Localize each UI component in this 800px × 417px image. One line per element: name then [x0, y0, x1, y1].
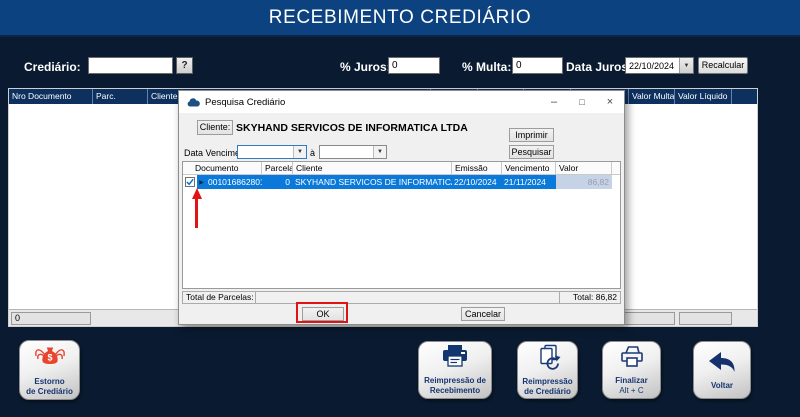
- imprimir-button[interactable]: Imprimir: [509, 128, 554, 142]
- close-icon[interactable]: ×: [596, 91, 624, 113]
- maximize-icon[interactable]: □: [568, 91, 596, 113]
- data-juros-label: Data Juros:: [566, 60, 632, 74]
- cell-blank: [612, 175, 620, 189]
- footer-valor-liquido-box: [679, 312, 732, 325]
- footer-total-box: 0: [11, 312, 91, 325]
- chevron-down-icon[interactable]: ▼: [373, 146, 386, 158]
- action-label-line1: Finalizar: [615, 376, 647, 386]
- cliente-button[interactable]: Cliente:: [197, 120, 233, 135]
- cancelar-button[interactable]: Cancelar: [461, 307, 505, 321]
- finalizar-button[interactable]: Finalizar Alt + C: [602, 341, 661, 399]
- printer-outline-icon: [617, 345, 647, 374]
- data-juros-value: 22/10/2024: [626, 61, 679, 71]
- grid-col-vencimento: Vencimento: [502, 162, 556, 174]
- cliente-name: SKYHAND SERVICOS DE INFORMATICA LTDA: [236, 122, 468, 134]
- pesquisa-crediario-dialog: Pesquisa Crediário – □ × Cliente: SKYHAN…: [178, 90, 625, 325]
- row-checkbox-cell[interactable]: [183, 175, 197, 189]
- footer-valor-multa-box: [623, 312, 675, 325]
- estorno-crediario-button[interactable]: $ Estorno de Crediário: [19, 340, 80, 400]
- juros-input[interactable]: [388, 57, 440, 74]
- row-indicator-icon: ▶: [197, 175, 206, 189]
- dialog-title: Pesquisa Crediário: [205, 97, 540, 108]
- multa-input[interactable]: [512, 57, 563, 74]
- grid-col-emissao: Emissão: [452, 162, 502, 174]
- recebimento-crediario-window: RECEBIMENTO CREDIÁRIO Crediário: ? % Jur…: [0, 0, 800, 417]
- cell-documento: 001016862801/01: [206, 175, 262, 189]
- document-refresh-icon: [534, 344, 562, 375]
- col-valor-multa: Valor Multa: [629, 89, 675, 104]
- total-parcelas: Total de Parcelas: 1: [182, 291, 256, 304]
- table-row[interactable]: ▶ 001016862801/01 0 SKYHAND SERVICOS DE …: [183, 175, 620, 189]
- grid-header: Documento Parcela Cliente Emissão Vencim…: [183, 162, 620, 175]
- action-label-line1: Reimpressão: [522, 377, 572, 387]
- action-label-line1: Reimpressão de: [424, 376, 486, 386]
- col-parc: Parc.: [93, 89, 148, 104]
- svg-text:$: $: [47, 352, 52, 362]
- data-juros-combobox[interactable]: 22/10/2024 ▼: [625, 57, 694, 74]
- grid-col-blank: [612, 162, 620, 174]
- multa-label: % Multa:: [462, 60, 511, 74]
- cell-parcela: 0: [262, 175, 293, 189]
- action-label-line1: Estorno: [34, 377, 64, 387]
- grid-col-cliente: Cliente: [293, 162, 452, 174]
- page-title: RECEBIMENTO CREDIÁRIO: [0, 0, 800, 35]
- annotation-arrow: [191, 188, 202, 229]
- dialog-titlebar[interactable]: Pesquisa Crediário – □ ×: [179, 91, 624, 113]
- cloud-icon: [187, 98, 200, 107]
- crediario-label: Crediário:: [24, 60, 81, 74]
- data-vencimento-to-combobox[interactable]: ▼: [319, 145, 387, 159]
- reimpressao-recebimento-button[interactable]: Reimpressão de Recebimento: [418, 341, 492, 399]
- cell-cliente: SKYHAND SERVICOS DE INFORMATICA LTDA: [293, 175, 452, 189]
- action-label-line2: de Crediário: [26, 387, 73, 397]
- data-vencimento-from-combobox[interactable]: ▼: [237, 145, 307, 159]
- action-label-line2: de Crediário: [524, 387, 571, 397]
- totals-bar: Total de Parcelas: 1 Total: 86,82: [182, 291, 621, 304]
- total-valor: Total: 86,82: [559, 291, 621, 304]
- cell-valor: 86,82: [556, 175, 612, 189]
- printer-icon: [440, 344, 470, 374]
- crediario-input[interactable]: [88, 57, 173, 74]
- action-label-line2: Alt + C: [619, 386, 643, 396]
- app-titlebar: RECEBIMENTO CREDIÁRIO: [0, 0, 800, 37]
- back-arrow-icon: [706, 350, 738, 379]
- pesquisar-button[interactable]: Pesquisar: [509, 145, 554, 159]
- data-vencimento-from-value: [238, 146, 293, 158]
- grid-col-valor: Valor: [556, 162, 612, 174]
- juros-label: % Juros:: [340, 60, 391, 74]
- action-label-line2: Recebimento: [430, 386, 480, 396]
- minimize-icon[interactable]: –: [540, 91, 568, 113]
- cell-vencimento: 21/11/2024: [502, 175, 556, 189]
- reimpressao-crediario-button[interactable]: Reimpressão de Crediário: [517, 341, 578, 399]
- recalcular-button[interactable]: Recalcular: [698, 57, 748, 74]
- col-blank: [732, 89, 757, 104]
- checked-checkbox[interactable]: [185, 177, 195, 187]
- pesquisa-results-grid: Documento Parcela Cliente Emissão Vencim…: [182, 161, 621, 289]
- col-valor-liquido: Valor Líquido: [675, 89, 732, 104]
- col-nro-documento: Nro Documento: [9, 89, 93, 104]
- annotation-highlight-box: [296, 302, 348, 323]
- money-bag-wings-icon: $: [33, 344, 67, 375]
- chevron-down-icon[interactable]: ▼: [679, 58, 693, 73]
- action-label-line1: Voltar: [711, 381, 733, 391]
- data-vencimento-to-value: [320, 146, 373, 158]
- crediario-lookup-button[interactable]: ?: [176, 57, 193, 74]
- grid-col-parcela: Parcela: [262, 162, 293, 174]
- cell-emissao: 22/10/2024: [452, 175, 502, 189]
- between-label: à: [310, 148, 315, 158]
- grid-col-documento: Documento: [183, 162, 262, 174]
- chevron-down-icon[interactable]: ▼: [293, 146, 306, 158]
- voltar-button[interactable]: Voltar: [693, 341, 751, 399]
